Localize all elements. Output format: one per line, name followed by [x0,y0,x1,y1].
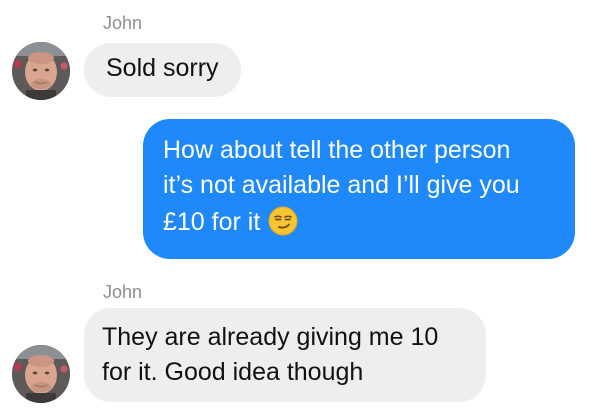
message-bubble-outgoing[interactable]: How about tell the other person it’s not… [143,119,575,259]
avatar[interactable] [12,42,70,100]
smirking-face-icon [268,206,298,236]
avatar-photo [12,42,70,100]
message-text-fragment: £10 for it [163,208,261,236]
message-text-line: How about tell the other person [163,136,511,164]
sender-name: John [103,13,143,33]
avatar[interactable] [12,345,70,403]
message-text-line: They are already giving me 10 [102,323,439,351]
avatar-photo [12,345,70,403]
message-text-line: it’s not available and I’ll give you [163,171,520,199]
message-text: Sold sorry [106,54,219,82]
message-text-line: for it. Good idea though [102,358,364,386]
message-text-line: £10 for it [163,205,555,240]
message-bubble-incoming[interactable]: They are already giving me 10 for it. Go… [84,308,486,402]
sender-name: John [103,282,143,302]
message-bubble-incoming[interactable]: Sold sorry [84,43,241,97]
